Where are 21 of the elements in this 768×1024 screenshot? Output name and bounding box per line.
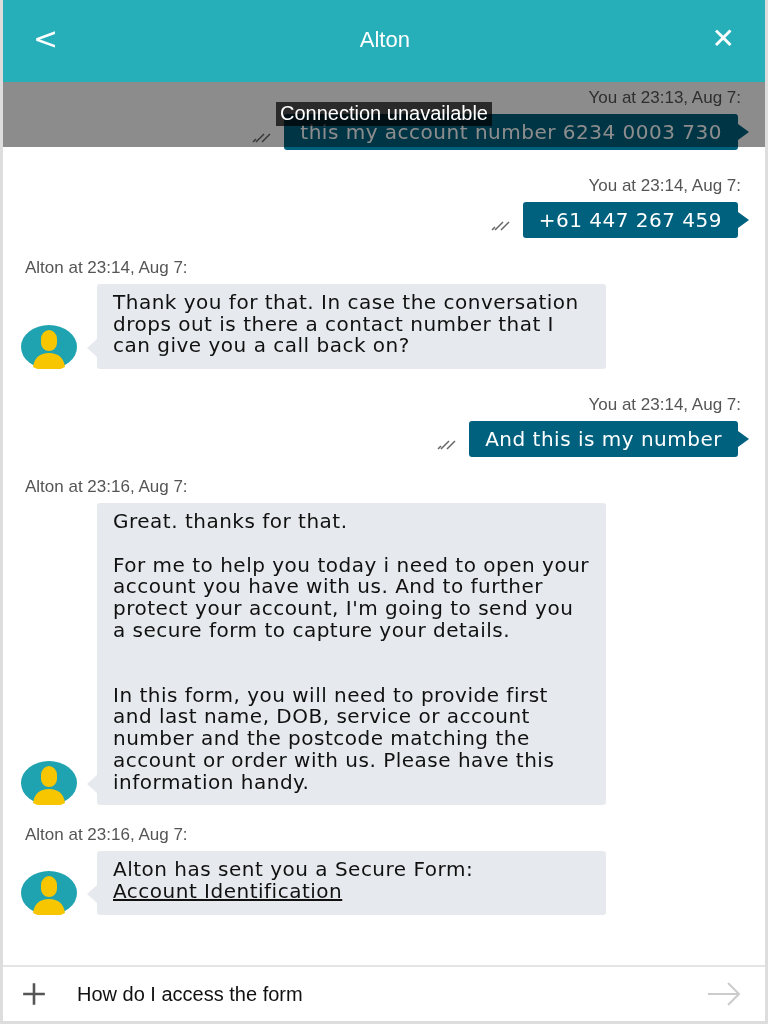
message-meta: You at 23:13, Aug 7: — [588, 88, 741, 108]
bubble-tail-icon — [738, 431, 749, 448]
message-meta: Alton at 23:14, Aug 7: — [25, 258, 189, 278]
avatar-icon — [21, 870, 77, 915]
message-text: Alton has sent you a Secure Form: — [113, 859, 474, 881]
bubble-tail-icon — [738, 212, 749, 228]
plus-icon[interactable] — [21, 981, 47, 1007]
message-meta: Alton at 23:16, Aug 7: — [25, 477, 189, 498]
bubble-tail-icon — [738, 124, 749, 140]
message-text: Thank you for that. In case the conversation drops out is there a contact number that I can give you a call back on? — [113, 292, 580, 358]
chat-title: Alton — [359, 27, 410, 53]
avatar-icon — [21, 325, 77, 370]
message-text: Great. thanks for that. For me to help you today i need to open your account you have with us. And to further protect your account, I'm going to send you a secure form to capture your details. In this form, you will need to provide first and last name, DOB, service or account number and the postcode matching the account or order with us. Please have this information handy. — [113, 511, 590, 794]
sent-message-bubble: And this is my number — [469, 421, 738, 458]
avatar-icon — [21, 761, 77, 806]
message-meta: You at 23:14, Aug 7: — [588, 176, 741, 196]
form-link[interactable]: Account Identification — [113, 880, 343, 903]
message-input[interactable]: How do I access the form — [77, 982, 677, 1006]
message-meta: Alton at 23:16, Aug 7: — [25, 825, 189, 846]
message-meta: You at 23:14, Aug 7: — [588, 395, 741, 416]
sent-message-bubble: +61 447 267 459 — [522, 202, 738, 238]
